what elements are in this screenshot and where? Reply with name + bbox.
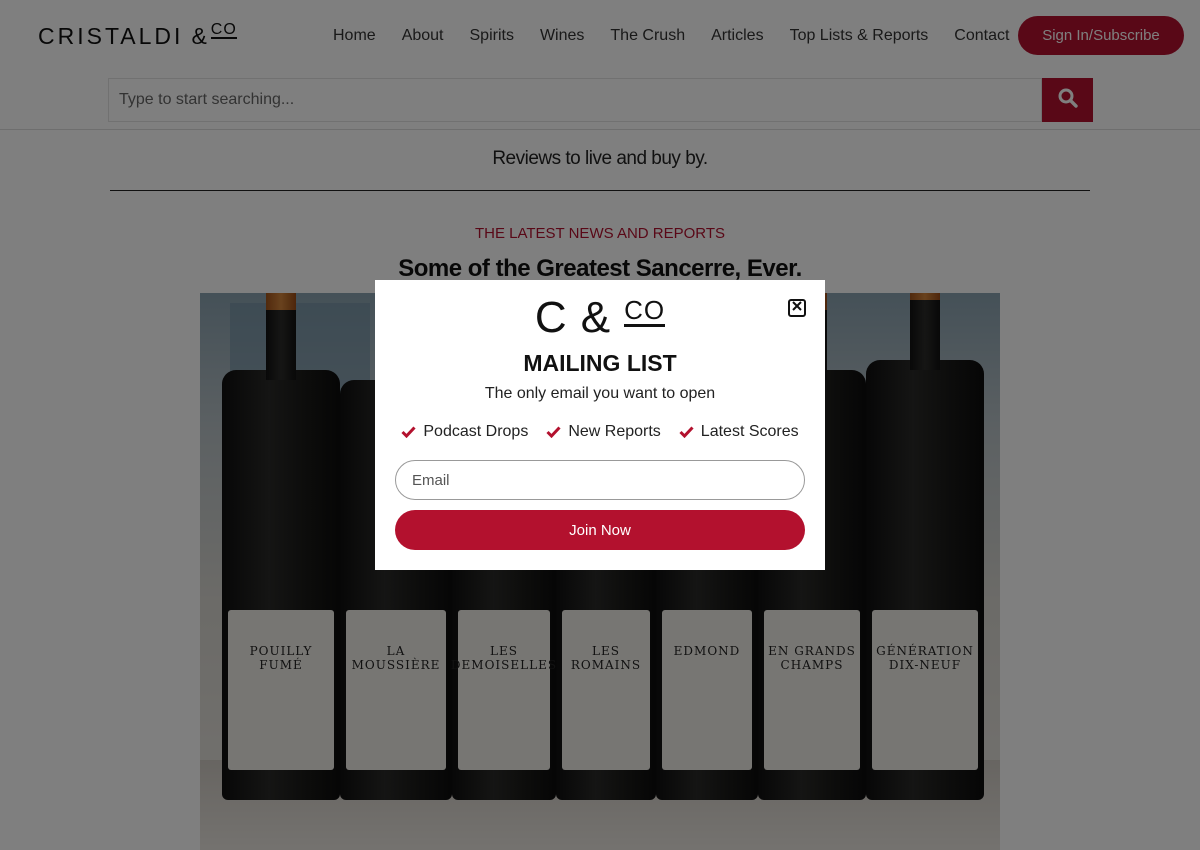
modal-logo-co: CO [624, 295, 666, 327]
modal-title: MAILING LIST [523, 350, 677, 376]
benefit-label: Latest Scores [700, 423, 799, 440]
benefit-label: New Reports [568, 423, 661, 440]
benefits-list: Podcast Drops New Reports Latest Scores [375, 423, 825, 441]
benefit-item: New Reports [546, 423, 661, 441]
check-icon [679, 426, 694, 438]
modal-subtitle: The only email you want to open [484, 385, 716, 402]
modal-logo-amp: & [580, 293, 611, 342]
benefit-label: Podcast Drops [423, 423, 529, 440]
join-now-button[interactable]: Join Now [395, 510, 805, 550]
check-icon [401, 426, 416, 438]
close-button[interactable] [788, 299, 806, 317]
modal-logo: C & CO [375, 293, 825, 342]
mailing-list-modal: C & CO MAILING LIST The only email you w… [375, 280, 825, 570]
close-icon [791, 299, 803, 317]
benefit-item: Latest Scores [679, 423, 799, 441]
email-field[interactable] [395, 460, 805, 500]
benefit-item: Podcast Drops [401, 423, 528, 441]
check-icon [546, 426, 561, 438]
modal-logo-c: C [534, 293, 567, 342]
